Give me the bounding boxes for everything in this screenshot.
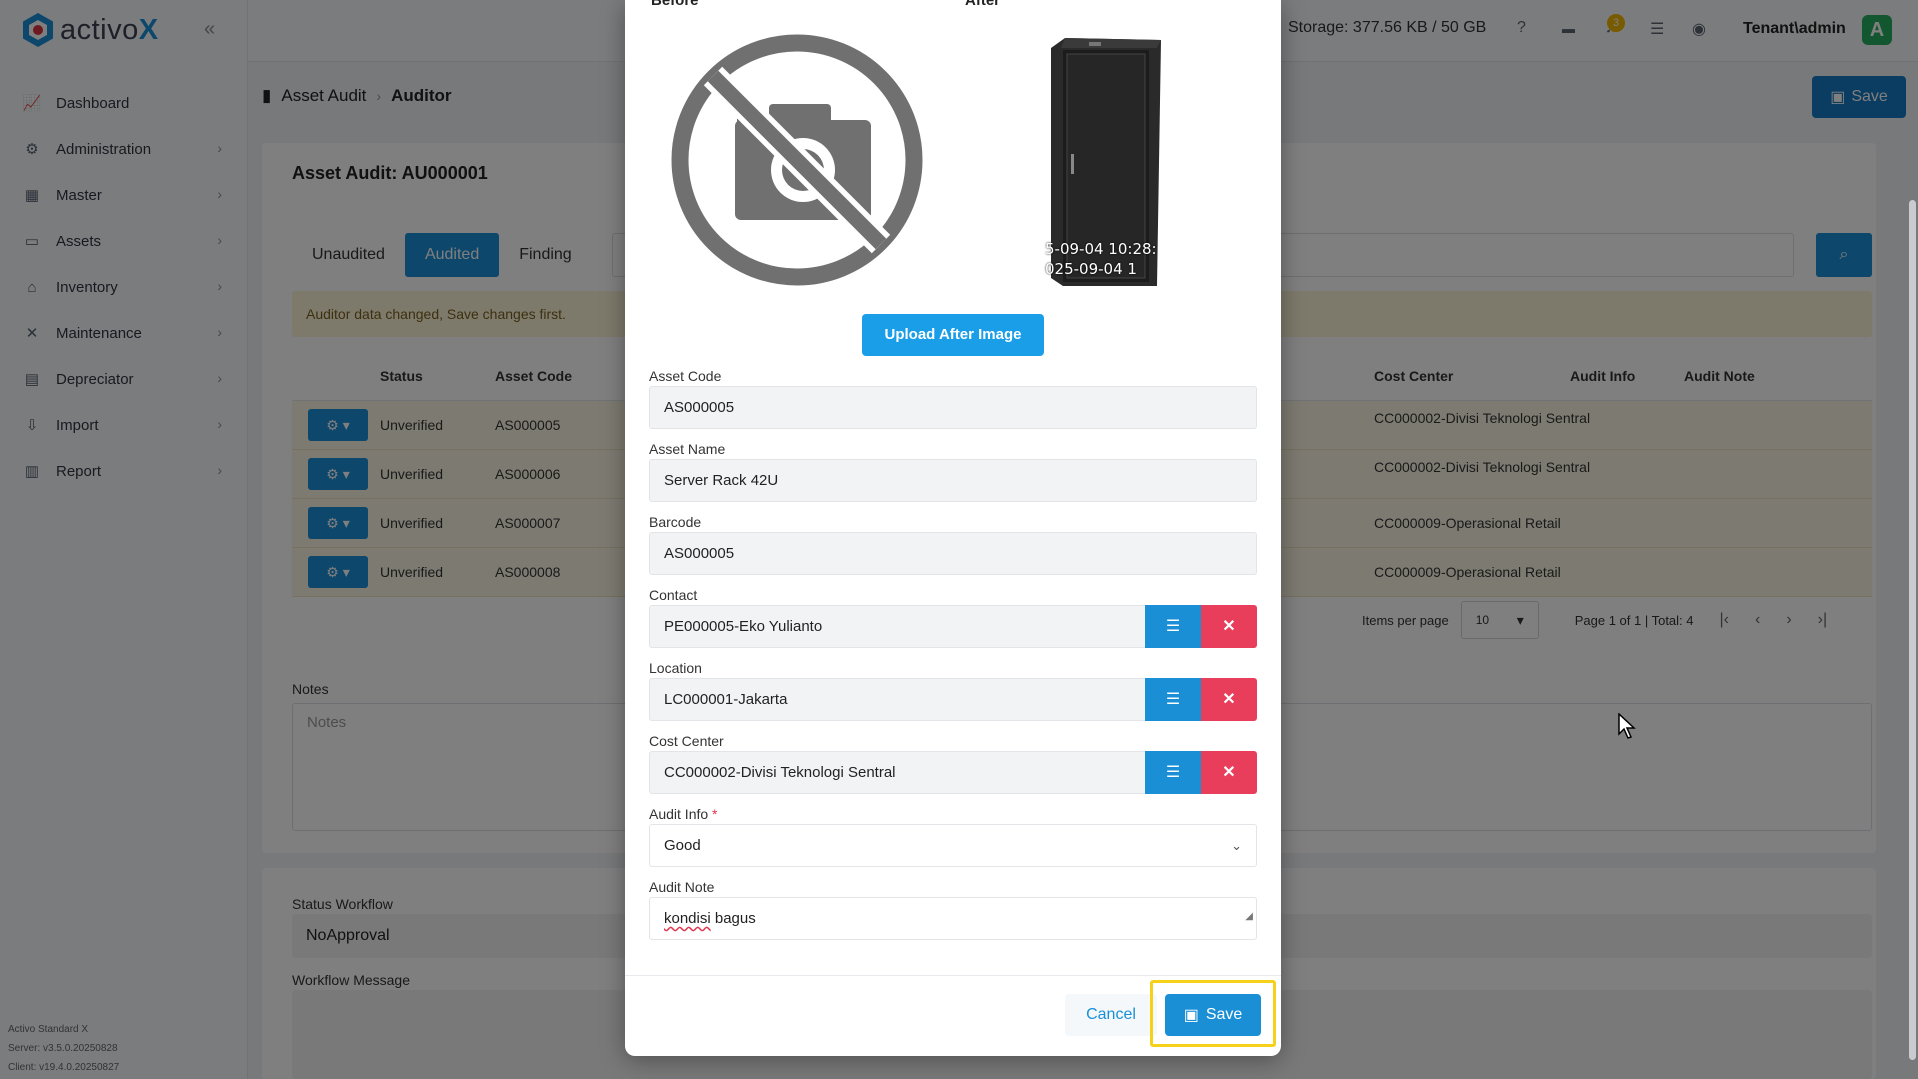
barcode-label: Barcode: [649, 514, 702, 530]
photo-timestamp-2: 025-09-04 1: [1045, 260, 1137, 278]
close-icon: ✕: [1222, 691, 1236, 708]
cancel-button[interactable]: Cancel: [1065, 994, 1157, 1036]
contact-lookup-button[interactable]: ☰: [1145, 605, 1201, 648]
after-image-label: After: [965, 0, 1001, 9]
audit-info-label: Audit Info *: [649, 806, 718, 822]
modal-save-button[interactable]: ▣ Save: [1165, 994, 1261, 1036]
chevron-down-icon: ⌄: [1231, 838, 1242, 853]
before-image-label: Before: [651, 0, 699, 9]
floppy-icon: ▣: [1183, 1007, 1199, 1024]
list-icon: ☰: [1165, 691, 1181, 708]
upload-after-image-button[interactable]: Upload After Image: [862, 314, 1044, 356]
cost-center-label: Cost Center: [649, 733, 724, 749]
asset-code-field: AS000005: [649, 386, 1257, 429]
mouse-cursor-icon: [1618, 713, 1636, 739]
close-icon: ✕: [1222, 618, 1236, 635]
photo-timestamp-1: 5-09-04 10:28:: [1045, 240, 1157, 258]
cost-center-field: CC000002-Divisi Teknologi Sentral: [649, 751, 1147, 794]
contact-label: Contact: [649, 587, 698, 603]
location-lookup-button[interactable]: ☰: [1145, 678, 1201, 721]
audit-info-select[interactable]: Good ⌄: [649, 824, 1257, 867]
asset-name-label: Asset Name: [649, 441, 726, 457]
audit-info-value: Good: [664, 837, 701, 854]
contact-field: PE000005-Eko Yulianto: [649, 605, 1147, 648]
audit-info-label-text: Audit Info: [649, 806, 709, 822]
save-label: Save: [1205, 1006, 1243, 1023]
required-marker: *: [712, 806, 718, 822]
list-icon: ☰: [1165, 618, 1181, 635]
asset-name-field: Server Rack 42U: [649, 459, 1257, 502]
close-icon: ✕: [1222, 764, 1236, 781]
contact-clear-button[interactable]: ✕: [1201, 605, 1257, 648]
resize-handle-icon[interactable]: ◢: [1245, 896, 1253, 937]
audit-note-textarea[interactable]: kondisi bagus ◢: [649, 897, 1257, 940]
audit-asset-modal: Before After 5-09-04 10:28: 025-09-04 1 …: [625, 0, 1281, 1056]
audit-note-label: Audit Note: [649, 879, 715, 895]
asset-code-label: Asset Code: [649, 368, 722, 384]
no-photo-icon: [671, 34, 923, 286]
after-image[interactable]: 5-09-04 10:28: 025-09-04 1: [1045, 34, 1163, 290]
audit-note-misspelled-word: kondisi: [664, 910, 711, 927]
modal-footer-divider: [625, 975, 1281, 976]
cost-center-lookup-button[interactable]: ☰: [1145, 751, 1201, 794]
audit-note-text: bagus: [710, 910, 756, 927]
location-label: Location: [649, 660, 702, 676]
location-clear-button[interactable]: ✕: [1201, 678, 1257, 721]
barcode-field: AS000005: [649, 532, 1257, 575]
cost-center-clear-button[interactable]: ✕: [1201, 751, 1257, 794]
page-scrollbar[interactable]: [1909, 200, 1916, 1060]
list-icon: ☰: [1165, 764, 1181, 781]
location-field: LC000001-Jakarta: [649, 678, 1147, 721]
